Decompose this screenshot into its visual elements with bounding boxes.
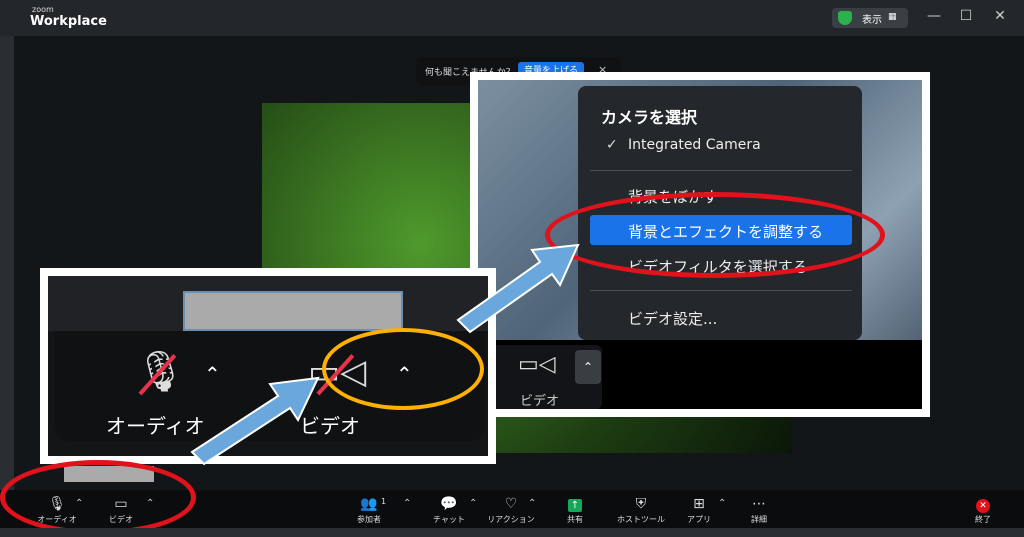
people-icon: 👥 [360, 496, 378, 512]
shield-icon: ⛨ [635, 496, 647, 512]
participants-caret[interactable]: ⌃ [403, 498, 411, 509]
share-icon: ↑ [546, 496, 604, 514]
share-button[interactable]: ↑ 共有 [546, 496, 604, 525]
apps-caret[interactable]: ⌃ [718, 498, 726, 509]
apps-label: アプリ [687, 515, 711, 524]
more-label: 詳細 [751, 515, 767, 524]
end-label: 終了 [975, 515, 991, 524]
share-label: 共有 [567, 515, 583, 524]
reactions-label: リアクション [487, 515, 535, 524]
participants-button[interactable]: 👥 参加者 [340, 496, 398, 525]
arrow-to-menu [456, 243, 580, 334]
participants-label: 参加者 [357, 515, 381, 524]
end-button[interactable]: ✕ 終了 [954, 496, 1012, 525]
more-button[interactable]: ⋯ 詳細 [730, 496, 788, 525]
host-tools-label: ホストツール [617, 515, 665, 524]
highlight-ring-red-toolbar [0, 460, 196, 535]
reactions-caret[interactable]: ⌃ [528, 498, 536, 509]
participants-count: 1 [381, 497, 387, 506]
annotation-arrows [190, 243, 580, 466]
host-tools-button[interactable]: ⛨ ホストツール [612, 496, 670, 525]
chat-label: チャット [433, 515, 465, 524]
chat-caret[interactable]: ⌃ [469, 498, 477, 509]
more-icon: ⋯ [752, 496, 766, 512]
taskbar-strip [0, 528, 1024, 537]
arrow-to-video-caret [190, 376, 320, 466]
end-icon: ✕ [954, 496, 1012, 514]
